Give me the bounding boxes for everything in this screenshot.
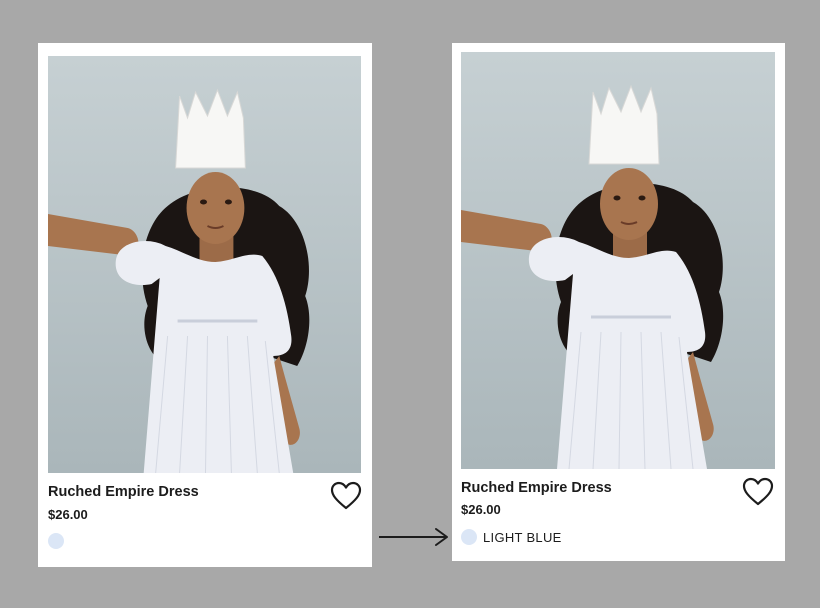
color-swatch-light-blue[interactable] — [48, 533, 64, 549]
product-title[interactable]: Ruched Empire Dress — [461, 480, 612, 496]
product-image — [48, 56, 361, 473]
product-card-default[interactable]: Ruched Empire Dress $26.00 — [38, 43, 372, 567]
heart-outline-icon[interactable] — [330, 481, 362, 511]
product-price: $26.00 — [48, 507, 88, 522]
color-swatch-light-blue[interactable] — [461, 529, 477, 545]
product-photo[interactable] — [461, 52, 775, 469]
product-price: $26.00 — [461, 502, 501, 517]
heart-outline-icon[interactable] — [742, 477, 774, 507]
swatch-color-label: LIGHT BLUE — [483, 530, 562, 545]
product-image — [461, 52, 775, 469]
arrow-right-icon — [379, 528, 448, 546]
product-card-swatch-hover[interactable]: Ruched Empire Dress $26.00 LIGHT BLUE — [452, 43, 785, 561]
product-title[interactable]: Ruched Empire Dress — [48, 484, 199, 500]
product-photo[interactable] — [48, 56, 361, 473]
